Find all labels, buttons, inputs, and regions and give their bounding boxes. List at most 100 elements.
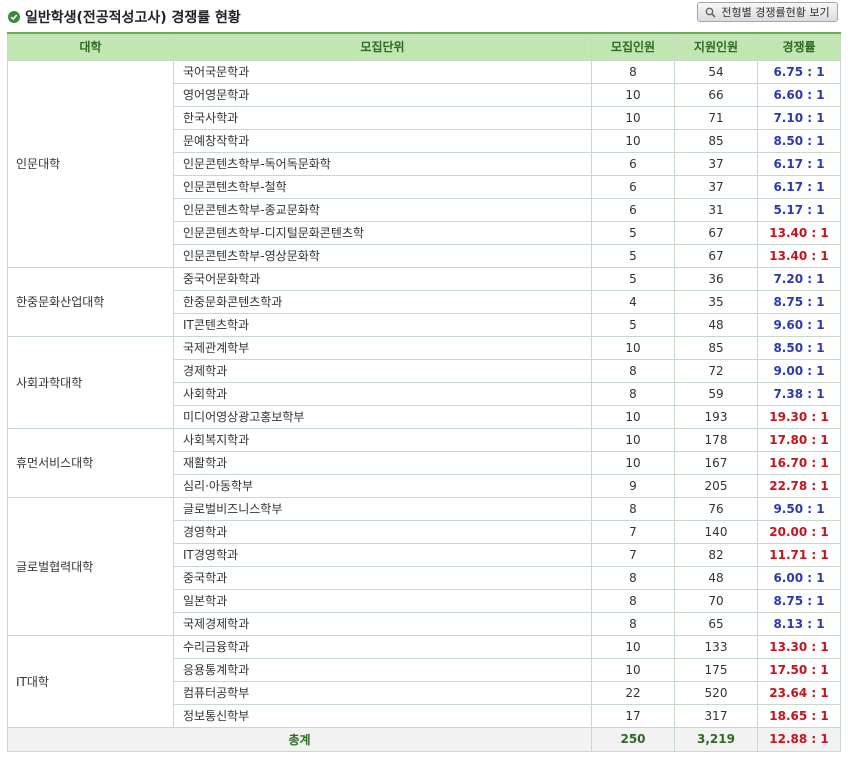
- rate-cell: 7.38 : 1: [757, 381, 841, 406]
- department-cell: 문예창작학과: [173, 128, 592, 153]
- column-header-quota: 모집인원: [591, 32, 675, 61]
- table-row: IT대학 수리금융학과 10 133 13.30 : 1: [7, 634, 841, 728]
- rate-cell: 17.50 : 1: [757, 657, 841, 682]
- quota-cell: 8: [591, 565, 675, 590]
- quota-cell: 7: [591, 542, 675, 567]
- department-cell: 국제관계학부: [173, 335, 592, 360]
- quota-cell: 10: [591, 82, 675, 107]
- department-cell: IT콘텐츠학과: [173, 312, 592, 337]
- rate-cell: 8.50 : 1: [757, 128, 841, 153]
- applicants-cell: 193: [674, 404, 758, 429]
- rate-cell: 23.64 : 1: [757, 680, 841, 705]
- quota-cell: 8: [591, 496, 675, 521]
- department-cell: 인문콘텐츠학부-종교문화학: [173, 197, 592, 222]
- page-title-text: 일반학생(전공적성고사) 경쟁률 현황: [25, 10, 241, 26]
- applicants-cell: 178: [674, 427, 758, 452]
- college-cell: 휴먼서비스대학: [7, 427, 174, 498]
- applicants-cell: 85: [674, 335, 758, 360]
- rate-cell: 6.17 : 1: [757, 174, 841, 199]
- department-cell: 경제학과: [173, 358, 592, 383]
- applicants-cell: 175: [674, 657, 758, 682]
- rate-cell: 13.30 : 1: [757, 634, 841, 659]
- applicants-cell: 67: [674, 243, 758, 268]
- applicants-cell: 48: [674, 565, 758, 590]
- quota-cell: 6: [591, 197, 675, 222]
- quota-cell: 10: [591, 634, 675, 659]
- department-cell: 재활학과: [173, 450, 592, 475]
- department-cell: 한중문화콘텐츠학과: [173, 289, 592, 314]
- search-icon: [705, 7, 716, 18]
- quota-cell: 7: [591, 519, 675, 544]
- view-by-type-button[interactable]: 전형별 경쟁률현황 보기: [697, 2, 838, 22]
- total-quota: 250: [591, 726, 675, 752]
- column-header-department: 모집단위: [173, 32, 592, 61]
- rate-cell: 6.60 : 1: [757, 82, 841, 107]
- table-row: 한중문화산업대학 중국어문화학과 5 36 7.20 : 1: [7, 266, 841, 337]
- page-header: 일반학생(전공적성고사) 경쟁률 현황 전형별 경쟁률현황 보기: [0, 0, 848, 32]
- department-cell: 중국학과: [173, 565, 592, 590]
- rate-cell: 8.13 : 1: [757, 611, 841, 636]
- quota-cell: 10: [591, 105, 675, 130]
- applicants-cell: 167: [674, 450, 758, 475]
- quota-cell: 9: [591, 473, 675, 498]
- quota-cell: 8: [591, 59, 675, 84]
- college-cell: 한중문화산업대학: [7, 266, 174, 337]
- quota-cell: 6: [591, 151, 675, 176]
- rate-cell: 9.00 : 1: [757, 358, 841, 383]
- department-cell: 국제경제학과: [173, 611, 592, 636]
- department-cell: 인문콘텐츠학부-철학: [173, 174, 592, 199]
- table-header-row: 대학 모집단위 모집인원 지원인원 경쟁률: [7, 32, 841, 61]
- rate-cell: 19.30 : 1: [757, 404, 841, 429]
- table-row: 사회과학대학 국제관계학부 10 85 8.50 : 1: [7, 335, 841, 429]
- applicants-cell: 70: [674, 588, 758, 613]
- table-row: 글로벌협력대학 글로벌비즈니스학부 8 76 9.50 : 1: [7, 496, 841, 636]
- applicants-cell: 82: [674, 542, 758, 567]
- department-cell: 한국사학과: [173, 105, 592, 130]
- applicants-cell: 48: [674, 312, 758, 337]
- quota-cell: 10: [591, 335, 675, 360]
- department-cell: 일본학과: [173, 588, 592, 613]
- college-cell: 글로벌협력대학: [7, 496, 174, 636]
- column-header-rate: 경쟁률: [757, 32, 841, 61]
- table-body: 인문대학 국어국문학과 8 54 6.75 : 1 영어영문학과 10 66 6.60 : 1한…: [7, 59, 841, 728]
- applicants-cell: 133: [674, 634, 758, 659]
- total-rate: 12.88 : 1: [757, 726, 841, 752]
- applicants-cell: 520: [674, 680, 758, 705]
- quota-cell: 8: [591, 611, 675, 636]
- rate-cell: 9.50 : 1: [757, 496, 841, 521]
- applicants-cell: 35: [674, 289, 758, 314]
- applicants-cell: 140: [674, 519, 758, 544]
- applicants-cell: 66: [674, 82, 758, 107]
- department-cell: 미디어영상광고홍보학부: [173, 404, 592, 429]
- rate-cell: 11.71 : 1: [757, 542, 841, 567]
- rate-cell: 17.80 : 1: [757, 427, 841, 452]
- department-cell: 영어영문학과: [173, 82, 592, 107]
- applicants-cell: 85: [674, 128, 758, 153]
- applicants-cell: 59: [674, 381, 758, 406]
- college-cell: 인문대학: [7, 59, 174, 268]
- rate-cell: 9.60 : 1: [757, 312, 841, 337]
- department-cell: 심리·아동학부: [173, 473, 592, 498]
- quota-cell: 8: [591, 381, 675, 406]
- quota-cell: 17: [591, 703, 675, 728]
- department-cell: 컴퓨터공학부: [173, 680, 592, 705]
- page-title: 일반학생(전공적성고사) 경쟁률 현황: [8, 7, 241, 27]
- college-cell: 사회과학대학: [7, 335, 174, 429]
- rate-cell: 18.65 : 1: [757, 703, 841, 728]
- column-header-applicants: 지원인원: [674, 32, 758, 61]
- department-cell: 수리금융학과: [173, 634, 592, 659]
- quota-cell: 4: [591, 289, 675, 314]
- applicants-cell: 76: [674, 496, 758, 521]
- rate-cell: 7.10 : 1: [757, 105, 841, 130]
- applicants-cell: 65: [674, 611, 758, 636]
- applicants-cell: 72: [674, 358, 758, 383]
- rate-cell: 8.75 : 1: [757, 289, 841, 314]
- department-cell: 사회복지학과: [173, 427, 592, 452]
- rate-cell: 13.40 : 1: [757, 220, 841, 245]
- rate-cell: 8.75 : 1: [757, 588, 841, 613]
- department-cell: 사회학과: [173, 381, 592, 406]
- competition-rate-table: 대학 모집단위 모집인원 지원인원 경쟁률 인문대학 국어국문학과 8 54 6.75 …: [7, 32, 841, 752]
- quota-cell: 10: [591, 427, 675, 452]
- applicants-cell: 54: [674, 59, 758, 84]
- department-cell: 글로벌비즈니스학부: [173, 496, 592, 521]
